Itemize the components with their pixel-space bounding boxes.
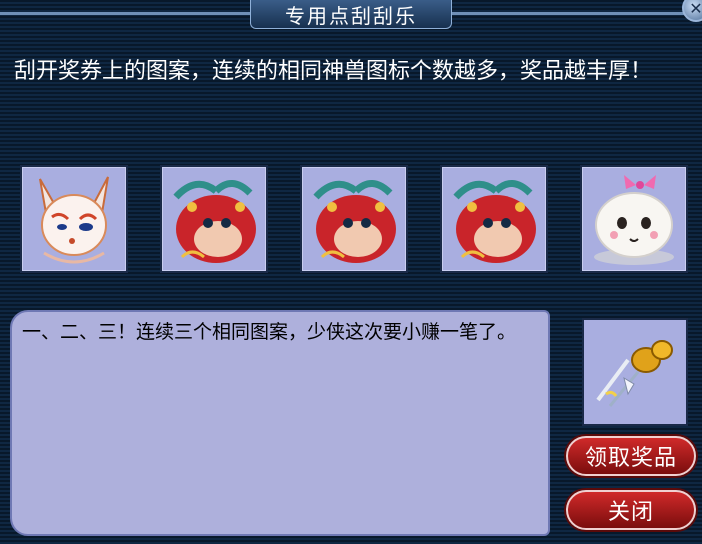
scratch-slot-2[interactable] — [160, 165, 268, 273]
window-title: 专用点刮刮乐 — [250, 0, 452, 29]
window-title-text: 专用点刮刮乐 — [285, 3, 417, 28]
red-dragon-icon — [173, 180, 256, 263]
claim-prize-label: 领取奖品 — [584, 446, 677, 471]
close-icon: ✕ — [682, 0, 702, 22]
result-message-text: 一、二、三！连续三个相同图案，少侠这次要小赚一笔了。 — [22, 321, 517, 343]
close-button[interactable]: 关闭 — [566, 490, 696, 530]
claim-prize-button[interactable]: 领取奖品 — [566, 436, 696, 476]
instructions-text: 刮开奖券上的图案，连续的相同神兽图标个数越多，奖品越丰厚！ — [14, 59, 653, 84]
fox-spirit-icon — [39, 176, 109, 264]
close-button-label: 关闭 — [607, 500, 654, 525]
prize-slot[interactable] — [582, 318, 688, 426]
result-message-box: 一、二、三！连续三个相同图案，少侠这次要小赚一笔了。 — [10, 310, 550, 536]
close-window-button[interactable]: ✕ — [682, 0, 702, 22]
scratch-slot-5[interactable] — [580, 165, 688, 273]
scratch-slot-3[interactable] — [300, 165, 408, 273]
red-dragon-icon — [453, 180, 536, 263]
scratch-slot-1[interactable] — [20, 165, 128, 273]
scratch-slot-4[interactable] — [440, 165, 548, 273]
bun-spirit-icon — [594, 175, 674, 265]
red-dragon-icon — [313, 180, 396, 263]
title-divider-left — [0, 12, 250, 15]
golden-gourd-icon — [596, 340, 673, 407]
title-divider-right — [450, 12, 690, 15]
